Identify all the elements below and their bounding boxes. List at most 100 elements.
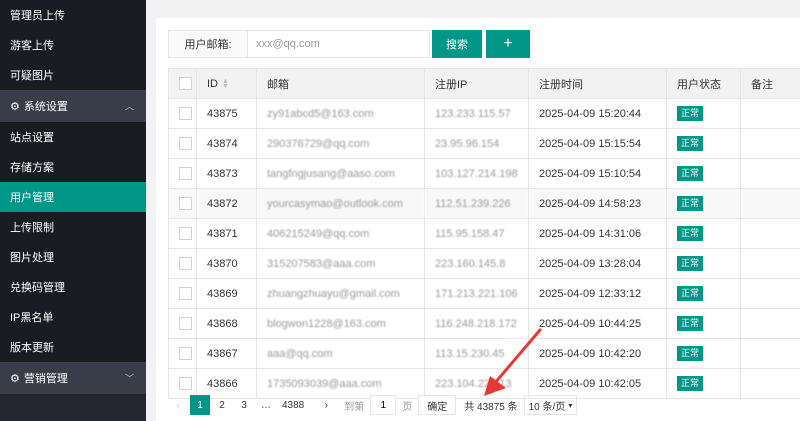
status-badge: 正常 — [677, 196, 704, 211]
cell-status: 正常 — [666, 338, 741, 369]
table-header-row: ID ▲ ▼ 邮箱 注册IP 注册时间 用户状态 备注 — [168, 68, 800, 99]
row-checkbox[interactable] — [179, 107, 192, 120]
cell-time: 2025-04-09 15:20:44 — [528, 98, 667, 129]
cell-remark — [740, 188, 800, 219]
next-page-button[interactable]: › — [316, 395, 336, 415]
status-badge: 正常 — [677, 256, 704, 271]
cell-remark — [740, 158, 800, 189]
cell-status: 正常 — [666, 278, 741, 309]
page-button-1[interactable]: 1 — [190, 395, 210, 415]
row-checkbox-cell — [168, 218, 197, 249]
sidebar-item-label: 可疑图片 — [10, 70, 54, 82]
sidebar-item-version-update[interactable]: 版本更新 — [0, 332, 146, 362]
select-all-checkbox[interactable] — [179, 77, 192, 90]
cell-remark — [740, 98, 800, 129]
column-header-remark: 备注 — [740, 68, 800, 99]
cell-remark — [740, 128, 800, 159]
sidebar-group-marketing[interactable]: ⚙ 营销管理 ﹀ — [0, 362, 146, 394]
page-size-select[interactable]: 10 条/页 ▾ — [523, 395, 578, 415]
column-header-id[interactable]: ID ▲ ▼ — [196, 68, 257, 99]
cell-email: yourcasymao@outlook.com — [256, 188, 425, 219]
sidebar-item-label: 游客上传 — [10, 40, 54, 52]
cell-email: 315207583@aaa.com — [256, 248, 425, 279]
status-badge: 正常 — [677, 286, 704, 301]
cell-time: 2025-04-09 14:58:23 — [528, 188, 667, 219]
prev-page-button[interactable]: ‹ — [168, 395, 188, 415]
sidebar-item-label: IP黑名单 — [10, 312, 54, 324]
search-button[interactable]: 搜索 — [432, 30, 482, 58]
row-checkbox[interactable] — [179, 377, 192, 390]
add-user-button[interactable]: + — [486, 30, 530, 58]
row-checkbox[interactable] — [179, 197, 192, 210]
row-checkbox[interactable] — [179, 317, 192, 330]
sidebar-item-suspicious-images[interactable]: 可疑图片 — [0, 60, 146, 90]
gear-icon: ⚙ — [10, 100, 20, 113]
sidebar-item-admin-upload[interactable]: 管理员上传 — [0, 0, 146, 30]
sidebar-item-label: 管理员上传 — [10, 10, 65, 22]
sidebar-item-redeem-codes[interactable]: 兑换码管理 — [0, 272, 146, 302]
row-checkbox[interactable] — [179, 287, 192, 300]
table-row[interactable]: 43874 290376729@qq.com 23.95.96.154 2025-04… — [168, 128, 800, 159]
page-button-2[interactable]: 2 — [212, 395, 232, 415]
cell-time: 2025-04-09 13:28:04 — [528, 248, 667, 279]
table-row[interactable]: 43873 tangfngjusang@aaso.com 103.127.214.1… — [168, 158, 800, 189]
sidebar-item-label: 兑换码管理 — [10, 282, 65, 294]
cell-ip: 103.127.214.198 — [424, 158, 529, 189]
status-badge: 正常 — [677, 166, 704, 181]
column-header-email: 邮箱 — [256, 68, 425, 99]
goto-page-input[interactable] — [370, 395, 397, 415]
cell-ip: 112.51.239.226 — [424, 188, 529, 219]
table-row[interactable]: 43867 aaa@qq.com 113.15.230.45 2025-04-09 1… — [168, 338, 800, 369]
sort-icon[interactable]: ▲ ▼ — [222, 78, 229, 90]
sidebar-item-upload-limit[interactable]: 上传限制 — [0, 212, 146, 242]
sidebar-item-guest-upload[interactable]: 游客上传 — [0, 30, 146, 60]
sidebar-item-image-processing[interactable]: 图片处理 — [0, 242, 146, 272]
row-checkbox[interactable] — [179, 257, 192, 270]
chevron-up-icon: ︿ — [124, 101, 134, 112]
table-row[interactable]: 43868 blogwon1228@163.com 116.248.218.172 2… — [168, 308, 800, 339]
cell-remark — [740, 368, 800, 399]
cell-id: 43869 — [196, 278, 257, 309]
status-badge: 正常 — [677, 376, 704, 391]
row-checkbox-cell — [168, 128, 197, 159]
gear-icon: ⚙ — [10, 372, 20, 385]
sidebar-item-storage[interactable]: 存储方案 — [0, 152, 146, 182]
cell-status: 正常 — [666, 188, 741, 219]
table-row[interactable]: 43869 zhuangzhuayu@gmail.com 171.213.221.1… — [168, 278, 800, 309]
user-table: ID ▲ ▼ 邮箱 注册IP 注册时间 用户状态 备注 43875 zy91abcd5… — [168, 68, 800, 399]
column-header-status: 用户状态 — [666, 68, 741, 99]
cell-email: zy91abcd5@163.com — [256, 98, 425, 129]
chevron-down-icon: ﹀ — [124, 373, 134, 384]
cell-status: 正常 — [666, 218, 741, 249]
sidebar-group-system-settings[interactable]: ⚙ 系统设置 ︿ — [0, 90, 146, 122]
table-row[interactable]: 43872 yourcasymao@outlook.com 112.51.239.2… — [168, 188, 800, 219]
table-row[interactable]: 43871 406215249@qq.com 115.95.158.47 2025-0… — [168, 218, 800, 249]
row-checkbox[interactable] — [179, 227, 192, 240]
main-content: 用户邮箱: 搜索 + ID▲▼ 邮箱 注册IP 注册时间 用户状态 备注 4 — [146, 0, 800, 421]
sidebar-item-ip-blacklist[interactable]: IP黑名单 — [0, 302, 146, 332]
status-badge: 正常 — [677, 346, 704, 361]
sidebar: 管理员上传 游客上传 可疑图片 ⚙ 系统设置 ︿ 站点设置 存储方案 用户管理 … — [0, 0, 146, 421]
sidebar-item-label: 图片处理 — [10, 252, 54, 264]
table-row[interactable]: 43870 315207583@aaa.com 223.160.145.8 2025-… — [168, 248, 800, 279]
goto-confirm-button[interactable]: 确定 — [418, 395, 457, 415]
email-search-input[interactable] — [248, 30, 430, 58]
status-badge: 正常 — [677, 136, 704, 151]
row-checkbox[interactable] — [179, 167, 192, 180]
cell-status: 正常 — [666, 158, 741, 189]
page-button-last[interactable]: 4388 — [278, 395, 308, 415]
cell-time: 2025-04-09 12:33:12 — [528, 278, 667, 309]
sidebar-item-site-settings[interactable]: 站点设置 — [0, 122, 146, 152]
row-checkbox-cell — [168, 188, 197, 219]
cell-ip: 23.95.96.154 — [424, 128, 529, 159]
sidebar-item-label: 用户管理 — [10, 192, 54, 204]
sidebar-item-user-management[interactable]: 用户管理 — [0, 182, 146, 212]
table-row[interactable]: 43875 zy91abcd5@163.com 123.233.115.57 2025… — [168, 98, 800, 129]
cell-status: 正常 — [666, 128, 741, 159]
row-checkbox[interactable] — [179, 137, 192, 150]
cell-remark — [740, 218, 800, 249]
sidebar-group-label: 营销管理 — [23, 373, 68, 385]
page-button-3[interactable]: 3 — [234, 395, 254, 415]
user-panel: 用户邮箱: 搜索 + ID▲▼ 邮箱 注册IP 注册时间 用户状态 备注 4 — [156, 18, 800, 421]
row-checkbox[interactable] — [179, 347, 192, 360]
